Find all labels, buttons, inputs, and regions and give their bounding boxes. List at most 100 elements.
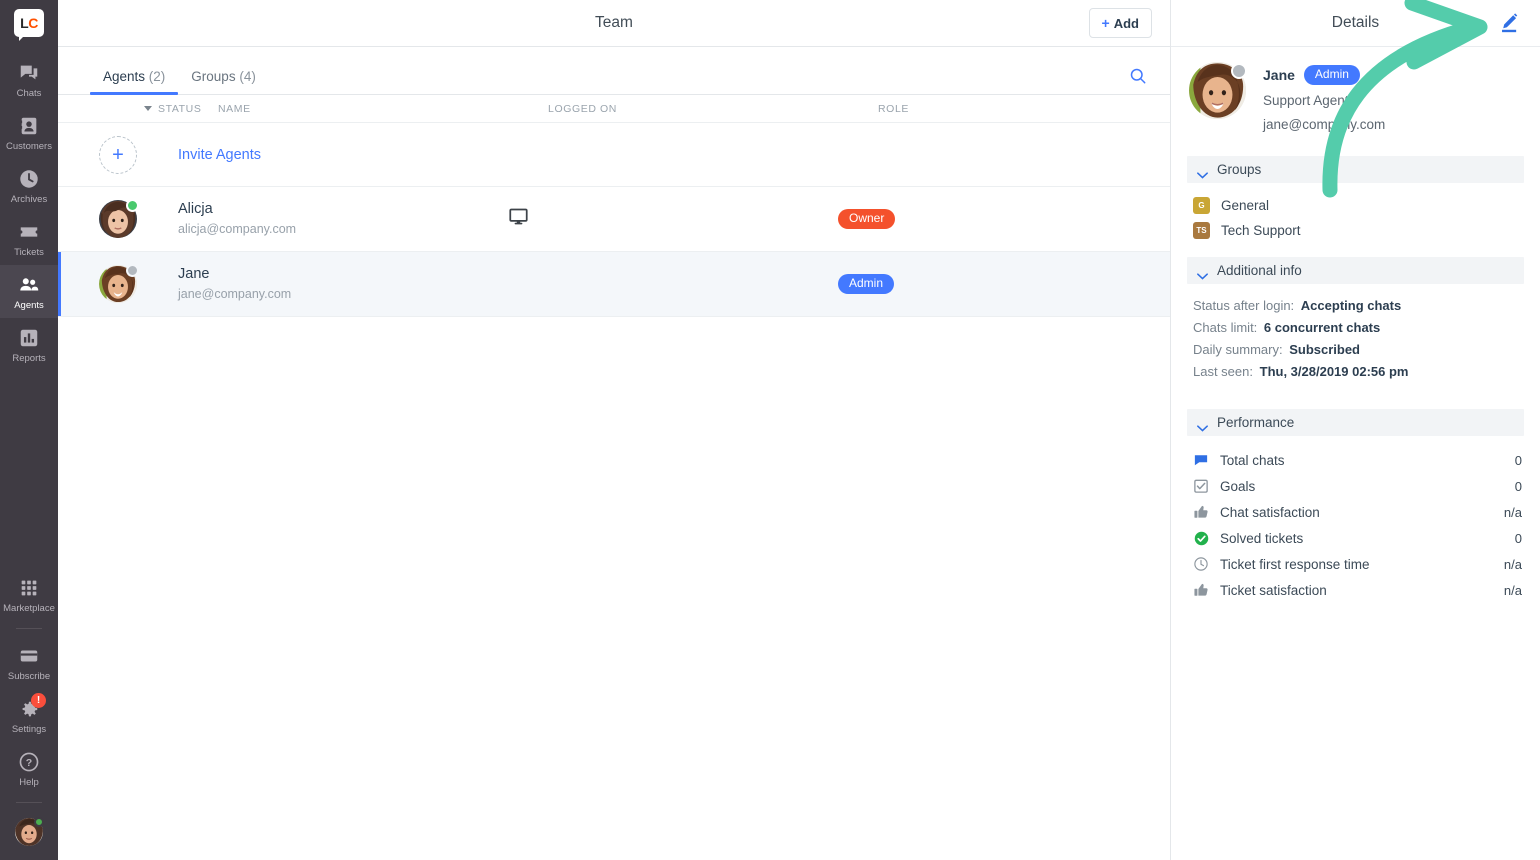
perf-label: Goals [1220, 478, 1256, 494]
clock-icon [1193, 556, 1209, 572]
agent-list: + Invite Agents Alicja alicja@company.co… [58, 123, 1170, 860]
profile-role-badge: Admin [1303, 65, 1360, 86]
perf-value: 0 [1514, 530, 1522, 546]
plus-icon: + [1101, 15, 1110, 31]
table-row[interactable]: Jane jane@company.com Admin [58, 252, 1170, 317]
performance-list: Total chats 0 Goals 0 Chat satisfaction … [1171, 436, 1540, 603]
agent-name: Jane [178, 266, 210, 282]
section-header-performance[interactable]: Performance [1187, 409, 1524, 437]
groups-list: G General TS Tech Support [1171, 183, 1540, 247]
main-topbar: Team + Add [58, 0, 1170, 47]
main-panel: Team + Add Agents (2) Groups (4) STATUS [58, 0, 1171, 860]
checkbox-icon [1193, 478, 1209, 494]
sidebar-divider-1 [16, 628, 42, 629]
info-label: Chats limit: [1193, 320, 1258, 336]
agents-icon [18, 274, 40, 296]
sidebar-item-settings[interactable]: ! Settings [0, 689, 58, 742]
list-item: Ticket satisfaction n/a [1193, 577, 1522, 603]
section-header-additional-info[interactable]: Additional info [1187, 257, 1524, 285]
profile-block: Jane Admin Support Agent jane@company.co… [1171, 47, 1540, 146]
thumbs-up-icon [1193, 504, 1209, 520]
desktop-monitor-icon [508, 206, 529, 232]
info-label: Last seen: [1193, 364, 1253, 380]
chats-icon [18, 62, 40, 84]
current-user-avatar[interactable] [15, 817, 44, 846]
perf-value: 0 [1514, 478, 1522, 494]
tab-agents[interactable]: Agents (2) [90, 68, 179, 95]
sidebar-item-reports[interactable]: Reports [0, 318, 58, 371]
column-header-status[interactable]: STATUS [58, 103, 218, 115]
sidebar-label-help: Help [19, 777, 39, 788]
add-button[interactable]: + Add [1088, 8, 1152, 38]
agent-name-cell: Jane jane@company.com [178, 265, 508, 303]
sidebar-item-chats[interactable]: Chats [0, 53, 58, 106]
tab-bar: Agents (2) Groups (4) [58, 47, 1170, 95]
sidebar-label-tickets: Tickets [14, 247, 44, 258]
invite-agents-link[interactable]: Invite Agents [178, 147, 261, 163]
reports-icon [18, 327, 40, 349]
agent-email: jane@company.com [178, 287, 292, 301]
sidebar-item-agents[interactable]: Agents [0, 265, 58, 318]
tab-agents-label: Agents [103, 68, 146, 84]
list-item[interactable]: G General [1193, 193, 1540, 218]
chat-bubble-icon [1193, 452, 1209, 468]
check-circle-icon [1193, 530, 1209, 546]
chevron-down-icon [1197, 166, 1208, 179]
edit-pencil-icon[interactable] [1498, 12, 1520, 34]
sidebar-item-marketplace[interactable]: Marketplace [0, 568, 58, 621]
role-badge-admin: Admin [838, 273, 895, 295]
perf-value: n/a [1503, 582, 1522, 598]
invite-label-cell: Invite Agents [178, 146, 508, 164]
thumbs-up-icon [1193, 582, 1209, 598]
column-header-logged-on[interactable]: LOGGED ON [548, 103, 878, 115]
list-item[interactable]: TS Tech Support [1193, 218, 1540, 243]
table-row[interactable]: Alicja alicja@company.com Owner [58, 187, 1170, 252]
info-value: Subscribed [1289, 342, 1360, 358]
search-icon[interactable] [1128, 66, 1148, 86]
livechat-logo[interactable]: LC [14, 9, 44, 41]
sidebar-label-chats: Chats [16, 88, 42, 99]
group-initials-badge: G [1193, 197, 1210, 215]
section-title-additional-info: Additional info [1217, 263, 1302, 279]
details-title: Details [1331, 14, 1380, 31]
profile-email: jane@company.com [1263, 117, 1386, 133]
page-title: Team [595, 14, 633, 31]
app-root: LC Chats Customers Archives Tickets Agen… [0, 0, 1540, 860]
column-header-status-label: STATUS [158, 102, 202, 115]
perf-label: Ticket satisfaction [1220, 582, 1327, 598]
tab-groups-label: Groups [191, 68, 236, 84]
column-header-role[interactable]: ROLE [878, 103, 1170, 115]
subscribe-icon [18, 645, 40, 667]
info-value: 6 concurrent chats [1263, 320, 1381, 336]
settings-alert-badge: ! [31, 693, 46, 708]
invite-agents-row[interactable]: + Invite Agents [58, 123, 1170, 187]
sort-desc-icon [144, 106, 152, 111]
section-title-performance: Performance [1217, 415, 1295, 431]
info-value: Thu, 3/28/2019 02:56 pm [1259, 364, 1409, 380]
sidebar-item-tickets[interactable]: Tickets [0, 212, 58, 265]
status-badge [126, 199, 139, 212]
left-sidebar: LC Chats Customers Archives Tickets Agen… [0, 0, 58, 860]
column-header-name[interactable]: NAME [218, 103, 548, 115]
sidebar-item-archives[interactable]: Archives [0, 159, 58, 212]
section-header-groups[interactable]: Groups [1187, 156, 1524, 184]
additional-info-list: Status after login: Accepting chats Chat… [1171, 284, 1540, 387]
sidebar-label-settings: Settings [11, 724, 47, 735]
sidebar-item-subscribe[interactable]: Subscribe [0, 636, 58, 689]
table-header: STATUS NAME LOGGED ON ROLE [58, 95, 1170, 123]
sidebar-item-customers[interactable]: Customers [0, 106, 58, 159]
sidebar-item-help[interactable]: ? Help [0, 742, 58, 795]
sidebar-label-customers: Customers [6, 141, 52, 152]
group-initials-badge: TS [1193, 222, 1210, 240]
help-icon: ? [18, 751, 40, 773]
current-user-status-dot [34, 817, 44, 827]
sidebar-label-reports: Reports [12, 353, 46, 364]
archives-icon [18, 168, 40, 190]
tab-groups[interactable]: Groups (4) [178, 68, 269, 95]
details-panel: Details Jane Admin Support Agent jane@co… [1171, 0, 1540, 860]
perf-value: 0 [1514, 452, 1522, 468]
sidebar-label-agents: Agents [14, 300, 44, 311]
sidebar-label-subscribe: Subscribe [7, 671, 51, 682]
logo-letter-c: C [28, 15, 38, 31]
perf-label: Solved tickets [1220, 530, 1304, 546]
